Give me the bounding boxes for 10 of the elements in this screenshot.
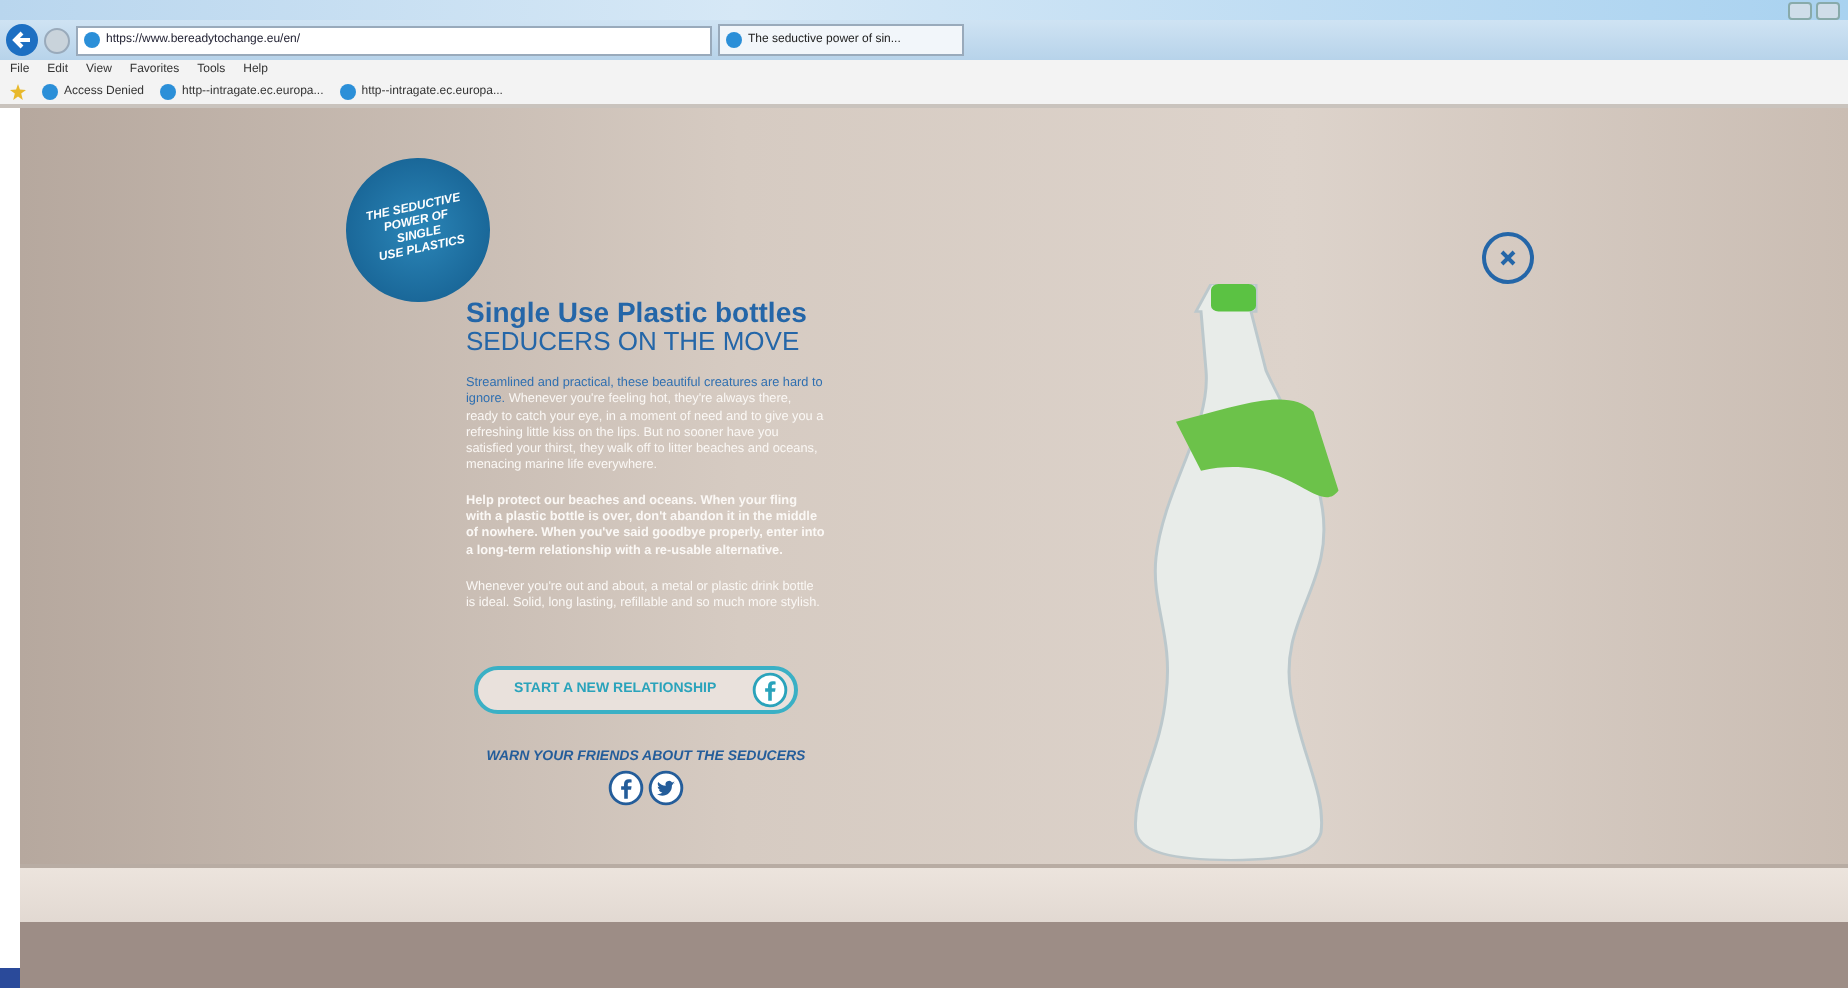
forward-button[interactable]: [44, 27, 70, 53]
twitter-icon[interactable]: [648, 769, 684, 806]
close-button[interactable]: [1482, 232, 1534, 284]
facebook-icon[interactable]: [608, 769, 644, 806]
back-button[interactable]: [6, 24, 38, 56]
page-subtitle: SEDUCERS ON THE MOVE: [466, 328, 802, 356]
facebook-icon[interactable]: [752, 671, 788, 708]
minimize-button[interactable]: [1788, 1, 1812, 19]
close-icon: [1498, 248, 1518, 268]
maximize-button[interactable]: [1816, 1, 1840, 19]
